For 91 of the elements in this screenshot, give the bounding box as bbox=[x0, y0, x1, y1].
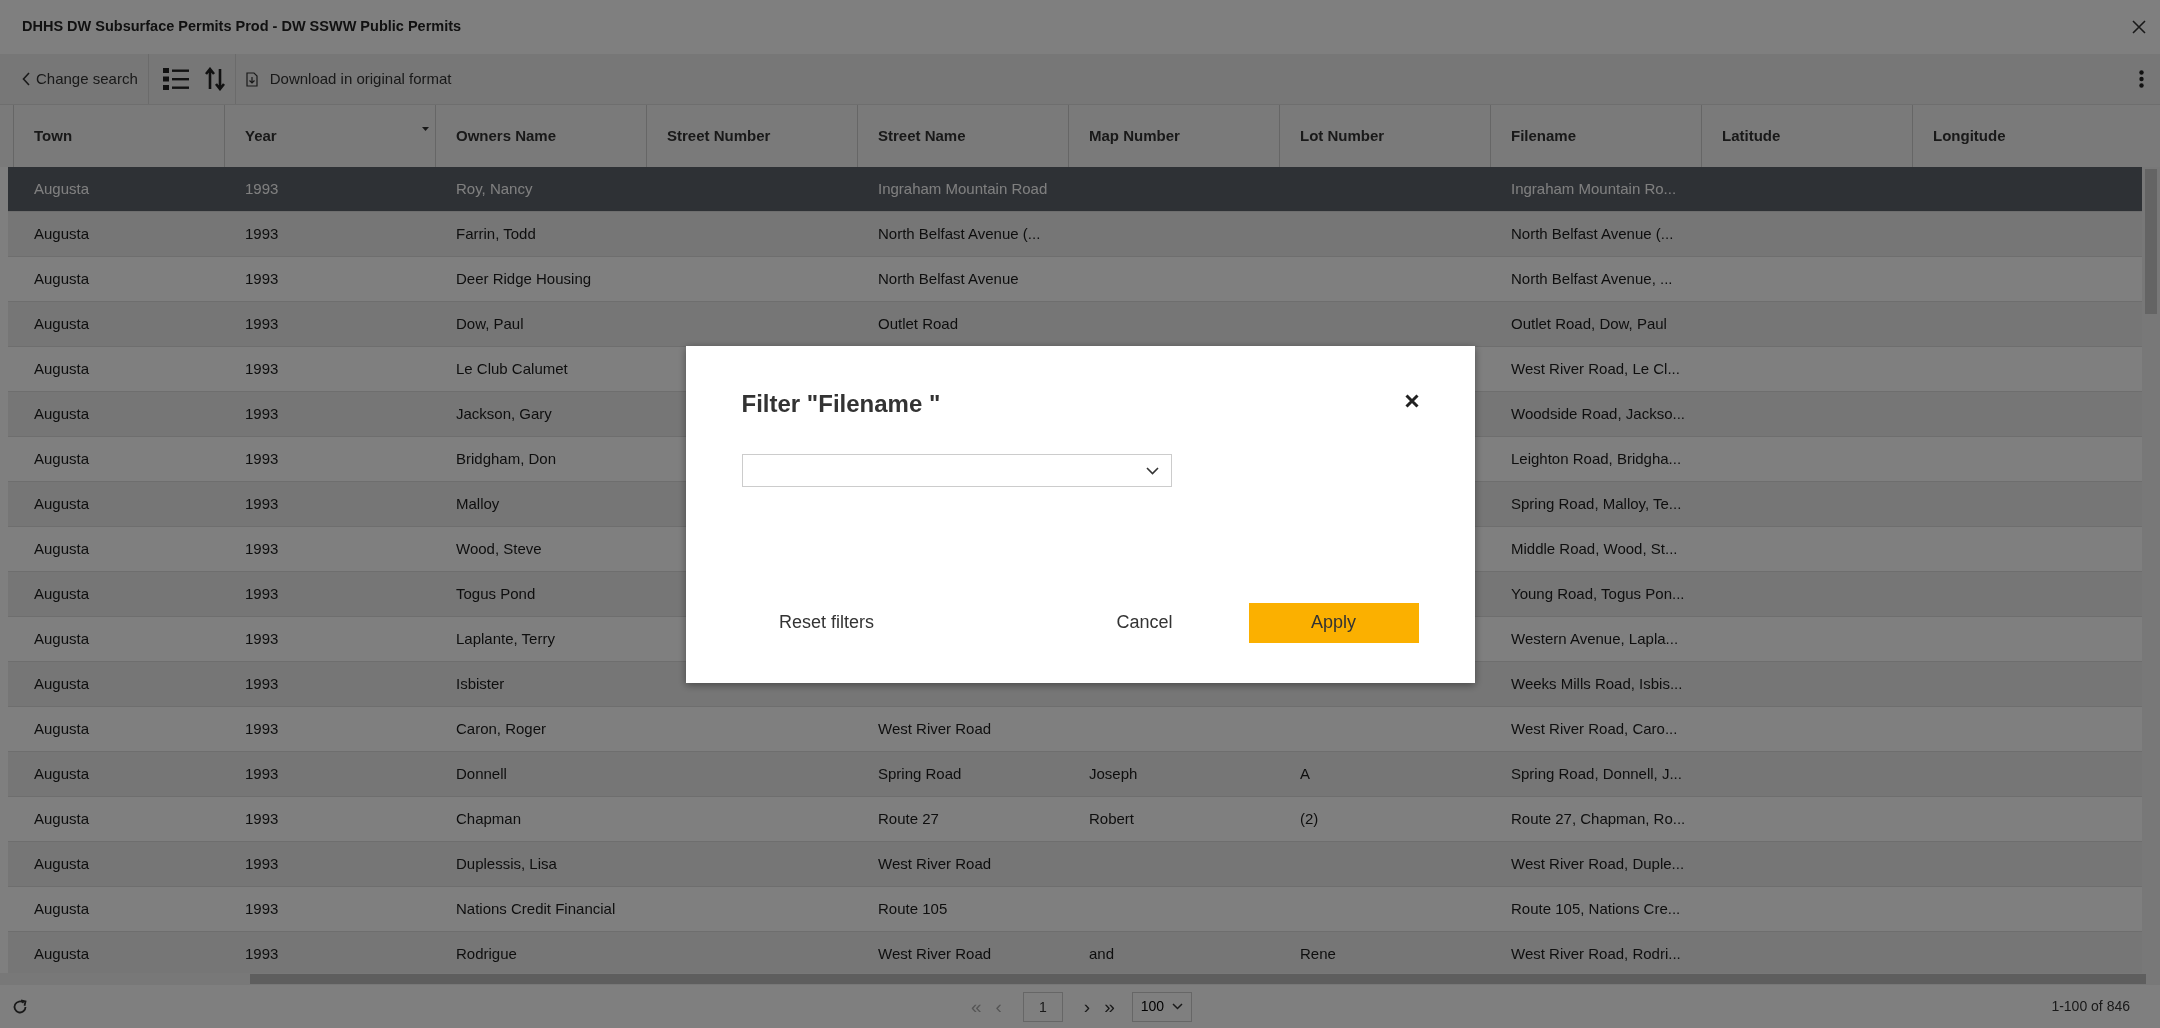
table-cell-text: Augusta bbox=[34, 628, 90, 649]
table-cell-text: 1993 bbox=[245, 223, 279, 244]
table-cell-text: Woodside Road, Jackso... bbox=[1511, 403, 1685, 424]
table-cell-text: Augusta bbox=[34, 313, 90, 334]
table-cell-text: Augusta bbox=[34, 853, 90, 874]
table-cell-text: Route 27, Chapman, Ro... bbox=[1511, 808, 1686, 829]
table-cell-text: A bbox=[1300, 763, 1310, 784]
table-cell-text: Augusta bbox=[34, 358, 90, 379]
table-cell-text: West River Road, Duple... bbox=[1511, 853, 1685, 874]
table-cell-text: Malloy bbox=[456, 493, 500, 514]
table-cell-text: 1993 bbox=[245, 853, 279, 874]
table-cell-text: West River Road bbox=[878, 718, 992, 739]
table-cell-text: 1993 bbox=[245, 763, 279, 784]
table-cell-text: Route 105 bbox=[878, 898, 948, 919]
table-cell-text: Donnell bbox=[456, 763, 507, 784]
table-cell-text: North Belfast Avenue bbox=[878, 268, 1019, 289]
table-cell-text: Route 105, Nations Cre... bbox=[1511, 898, 1681, 919]
table-cell-text: West River Road, Caro... bbox=[1511, 718, 1678, 739]
table-cell-text: Augusta bbox=[34, 448, 90, 469]
table-cell-text: Wood, Steve bbox=[456, 538, 542, 559]
table-cell-text: Rene bbox=[1300, 943, 1336, 964]
table-cell-text: Spring Road, Malloy, Te... bbox=[1511, 493, 1682, 514]
table-cell-text: Spring Road, Donnell, J... bbox=[1511, 763, 1682, 784]
table-cell-text: Spring Road bbox=[878, 763, 962, 784]
table-cell-text: Western Avenue, Lapla... bbox=[1511, 628, 1679, 649]
dialog-title: Filter "Filename " bbox=[741, 389, 941, 419]
table-cell-text: 1993 bbox=[245, 898, 279, 919]
table-cell-text: 1993 bbox=[245, 943, 279, 964]
table-cell-text: Deer Ridge Housing bbox=[456, 268, 592, 289]
table-cell-text: Augusta bbox=[34, 538, 90, 559]
table-cell-text: Augusta bbox=[34, 718, 90, 739]
table-cell-text: Caron, Roger bbox=[456, 718, 547, 739]
table-cell-text: North Belfast Avenue (... bbox=[1511, 223, 1674, 244]
table-cell-text: Augusta bbox=[34, 673, 90, 694]
table-cell-text: Dow, Paul bbox=[456, 313, 524, 334]
table-cell-text: Roy, Nancy bbox=[456, 178, 533, 199]
table-cell-text: Route 27 bbox=[878, 808, 939, 829]
table-cell-text: (2) bbox=[1300, 808, 1319, 829]
table-cell-text: Augusta bbox=[34, 808, 90, 829]
table-cell-text: 1993 bbox=[245, 358, 279, 379]
table-cell-text: Joseph bbox=[1089, 763, 1138, 784]
table-cell-text: 1993 bbox=[245, 178, 279, 199]
table-cell-text: Duplessis, Lisa bbox=[456, 853, 557, 874]
table-cell-text: Augusta bbox=[34, 178, 90, 199]
table-cell-text: Young Road, Togus Pon... bbox=[1511, 583, 1685, 604]
table-cell-text: Jackson, Gary bbox=[456, 403, 552, 424]
table-cell-text: Augusta bbox=[34, 898, 90, 919]
table-cell-text: North Belfast Avenue (... bbox=[878, 223, 1041, 244]
table-cell-text: Augusta bbox=[34, 763, 90, 784]
table-cell-text: Laplante, Terry bbox=[456, 628, 555, 649]
table-cell-text: West River Road, Le Cl... bbox=[1511, 358, 1680, 379]
table-cell-text: 1993 bbox=[245, 808, 279, 829]
table-cell-text: 1993 bbox=[245, 268, 279, 289]
table-cell-text: 1993 bbox=[245, 538, 279, 559]
table-cell-text: West River Road bbox=[878, 853, 992, 874]
table-cell-text: Farrin, Todd bbox=[456, 223, 536, 244]
table-cell-text: Weeks Mills Road, Isbis... bbox=[1511, 673, 1683, 694]
table-cell-text: Augusta bbox=[34, 268, 90, 289]
table-cell-text: Leighton Road, Bridgha... bbox=[1511, 448, 1682, 469]
table-cell-text: Bridgham, Don bbox=[456, 448, 557, 469]
table-cell-text: West River Road, Rodri... bbox=[1511, 943, 1681, 964]
table-cell-text: Rodrigue bbox=[456, 943, 517, 964]
table-cell-text: Augusta bbox=[34, 583, 90, 604]
table-cell-text: Ingraham Mountain Ro... bbox=[1511, 178, 1677, 199]
table-cell-text: 1993 bbox=[245, 403, 279, 424]
table-cell-text: 1993 bbox=[245, 718, 279, 739]
table-cell-text: Robert bbox=[1089, 808, 1135, 829]
window-title: DHHS DW Subsurface Permits Prod - DW SSWW Public Permits bbox=[22, 17, 462, 37]
table-cell-text: Augusta bbox=[34, 493, 90, 514]
table-cell-text: 1993 bbox=[245, 493, 279, 514]
table-cell-text: Nations Credit Financial bbox=[456, 898, 616, 919]
record-count: 1-100 of 846 bbox=[2051, 997, 2130, 1016]
table-cell-text: Augusta bbox=[34, 223, 90, 244]
table-cell-text: Outlet Road bbox=[878, 313, 959, 334]
table-cell-text: Augusta bbox=[34, 403, 90, 424]
table-cell-text: 1993 bbox=[245, 313, 279, 334]
table-cell-text: Ingraham Mountain Road bbox=[878, 178, 1048, 199]
table-cell-text: 1993 bbox=[245, 448, 279, 469]
table-cell-text: and bbox=[1089, 943, 1115, 964]
table-cell-text: 1993 bbox=[245, 628, 279, 649]
table-cell-text: Le Club Calumet bbox=[456, 358, 568, 379]
table-cell-text: Middle Road, Wood, St... bbox=[1511, 538, 1678, 559]
table-cell-text: Outlet Road, Dow, Paul bbox=[1511, 313, 1667, 334]
table-cell-text: Chapman bbox=[456, 808, 522, 829]
table-cell-text: Augusta bbox=[34, 943, 90, 964]
table-cell-text: West River Road bbox=[878, 943, 992, 964]
table-cell-text: Isbister bbox=[456, 673, 505, 694]
table-cell-text: 1993 bbox=[245, 673, 279, 694]
table-cell-text: 1993 bbox=[245, 583, 279, 604]
table-cell-text: North Belfast Avenue, ... bbox=[1511, 268, 1673, 289]
table-cell-text: Togus Pond bbox=[456, 583, 536, 604]
